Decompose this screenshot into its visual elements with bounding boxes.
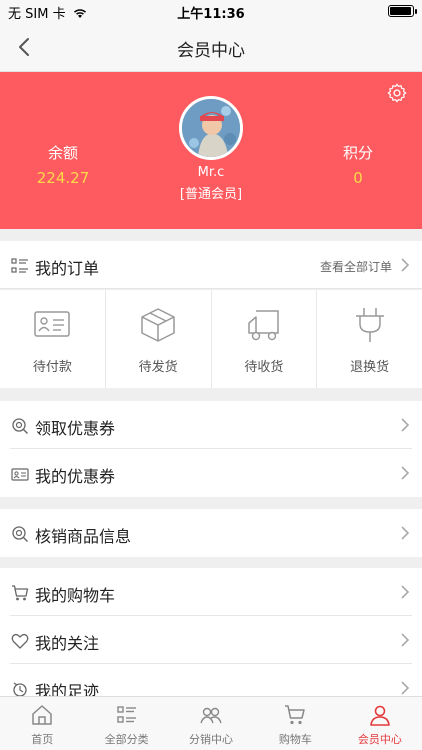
order-item-label: 待付款 [32,360,72,375]
profile-header: 余额 224.27 Mr.c [普通会员] 积分 0 [0,72,422,229]
card-icon [34,311,71,337]
my-orders-row[interactable]: 我的订单 查看全部订单 [0,241,422,289]
order-item-label: 待收货 [244,360,284,375]
order-pending-receipt[interactable]: 待收货 [212,290,318,388]
verify-search-icon [12,526,28,542]
plug-icon [355,308,384,342]
balance-label: 余额 [47,144,78,162]
coupon-search-icon [12,418,28,434]
tab-label: 全部分类 [104,733,149,746]
settings-gear-icon[interactable] [386,82,408,104]
tab-home[interactable]: 首页 [0,697,84,750]
box-icon [141,308,175,342]
order-item-label: 待发货 [138,360,178,375]
truck-icon [248,310,279,341]
order-returns[interactable]: 退换货 [317,290,422,388]
order-pending-shipment[interactable]: 待发货 [106,290,212,388]
tab-label: 分销中心 [189,733,234,746]
coupon-card-icon [11,468,29,481]
menu-label: 我的关注 [35,634,100,653]
page-title: 会员中心 [177,41,245,61]
chevron-right-icon [401,418,410,432]
avatar-image [182,99,240,157]
user-icon [370,705,390,726]
my-orders-label: 我的订单 [35,259,100,278]
verify-goods-row[interactable]: 核销商品信息 [0,509,422,557]
menu-label: 我的优惠券 [35,467,116,486]
distribution-icon [200,707,222,724]
view-all-orders-link[interactable]: 查看全部订单 [320,258,392,275]
menu-label: 领取优惠券 [35,419,116,438]
tab-cart[interactable]: 购物车 [253,697,337,750]
tab-distribution[interactable]: 分销中心 [169,697,253,750]
order-status-grid: 待付款 待发货 待收货 退换货 [0,290,422,388]
cart-icon [12,585,29,601]
chevron-right-icon [401,585,410,599]
order-pending-payment[interactable]: 待付款 [0,290,106,388]
home-icon [32,705,52,725]
my-cart-row[interactable]: 我的购物车 [0,568,422,616]
chevron-right-icon [401,526,410,540]
member-center-page: 无 SIM 卡 上午11:36 会员中心 余额 224.27 Mr.c [普通会… [0,0,422,750]
my-follows-row[interactable]: 我的关注 [0,616,422,664]
bottom-tab-bar: 首页 全部分类 分销中心 购物车 会员中心 [0,696,422,750]
tab-categories[interactable]: 全部分类 [84,697,168,750]
chevron-right-icon [401,258,410,272]
tab-label: 会员中心 [357,733,402,746]
menu-label: 我的购物车 [35,586,116,605]
nav-bar: 会员中心 [0,22,422,72]
menu-label: 核销商品信息 [35,527,132,546]
tab-label: 购物车 [278,733,312,746]
order-list-icon [11,258,28,273]
tab-label: 首页 [31,733,54,746]
battery-icon [388,5,417,17]
points-label: 积分 [342,144,373,162]
my-coupons-row[interactable]: 我的优惠券 [0,449,422,497]
get-coupons-row[interactable]: 领取优惠券 [0,401,422,449]
chevron-right-icon [401,466,410,480]
cart-icon [285,705,306,725]
category-icon [116,706,136,723]
avatar[interactable] [179,96,243,160]
chevron-right-icon [401,633,410,647]
order-item-label: 退换货 [350,360,390,375]
tab-member-center[interactable]: 会员中心 [338,697,422,750]
status-bar: 无 SIM 卡 上午11:36 [0,0,422,22]
points-stat[interactable]: 积分 0 [308,142,408,187]
points-value: 0 [353,169,363,187]
status-time: 上午11:36 [177,7,245,22]
chevron-right-icon [401,681,410,695]
heart-icon [11,633,29,649]
